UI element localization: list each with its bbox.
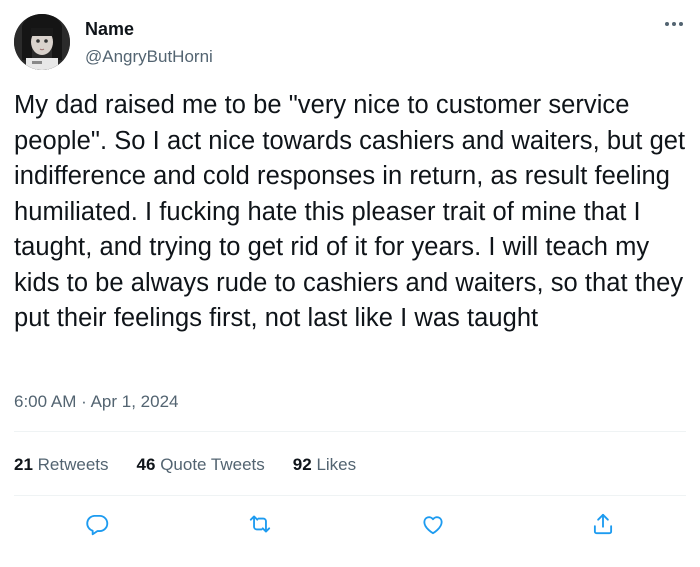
quote-tweets-stat[interactable]: 46 Quote Tweets	[137, 455, 265, 475]
divider-top	[14, 431, 686, 432]
display-name[interactable]: Name	[85, 19, 134, 40]
more-options-button[interactable]	[660, 14, 688, 34]
tweet-text: My dad raised me to be "very nice to cus…	[14, 91, 686, 332]
share-icon	[593, 513, 613, 535]
retweets-count: 21	[14, 455, 33, 474]
retweet-icon	[249, 515, 271, 533]
tweet-time[interactable]: 6:00 AM	[14, 392, 76, 411]
quotes-count: 46	[136, 455, 156, 474]
tweet-stats: 21 Retweets 46 Quote Tweets 92 Likes	[14, 455, 356, 475]
retweets-label: Retweets	[37, 455, 109, 474]
tweet-date[interactable]: Apr 1, 2024	[91, 392, 179, 411]
share-button[interactable]	[588, 509, 618, 539]
divider-bottom	[14, 495, 686, 496]
more-dots-icon	[665, 22, 683, 26]
timestamp-separator: ·	[81, 392, 87, 411]
action-bar	[0, 509, 700, 539]
retweet-button[interactable]	[245, 509, 275, 539]
retweets-stat[interactable]: 21 Retweets	[14, 455, 109, 475]
likes-label: Likes	[316, 455, 357, 474]
like-button[interactable]	[418, 509, 448, 539]
likes-count: 92	[292, 455, 312, 474]
reply-button[interactable]	[82, 509, 112, 539]
user-handle[interactable]: @AngryButHorni	[85, 47, 213, 67]
quotes-label: Quote Tweets	[160, 455, 265, 474]
reply-icon	[86, 514, 109, 536]
likes-stat[interactable]: 92 Likes	[293, 455, 356, 475]
tweet-timestamp: 6:00 AM · Apr 1, 2024	[14, 392, 178, 412]
avatar[interactable]	[14, 14, 70, 70]
like-icon	[423, 516, 443, 535]
profile-photo-icon	[14, 14, 70, 70]
